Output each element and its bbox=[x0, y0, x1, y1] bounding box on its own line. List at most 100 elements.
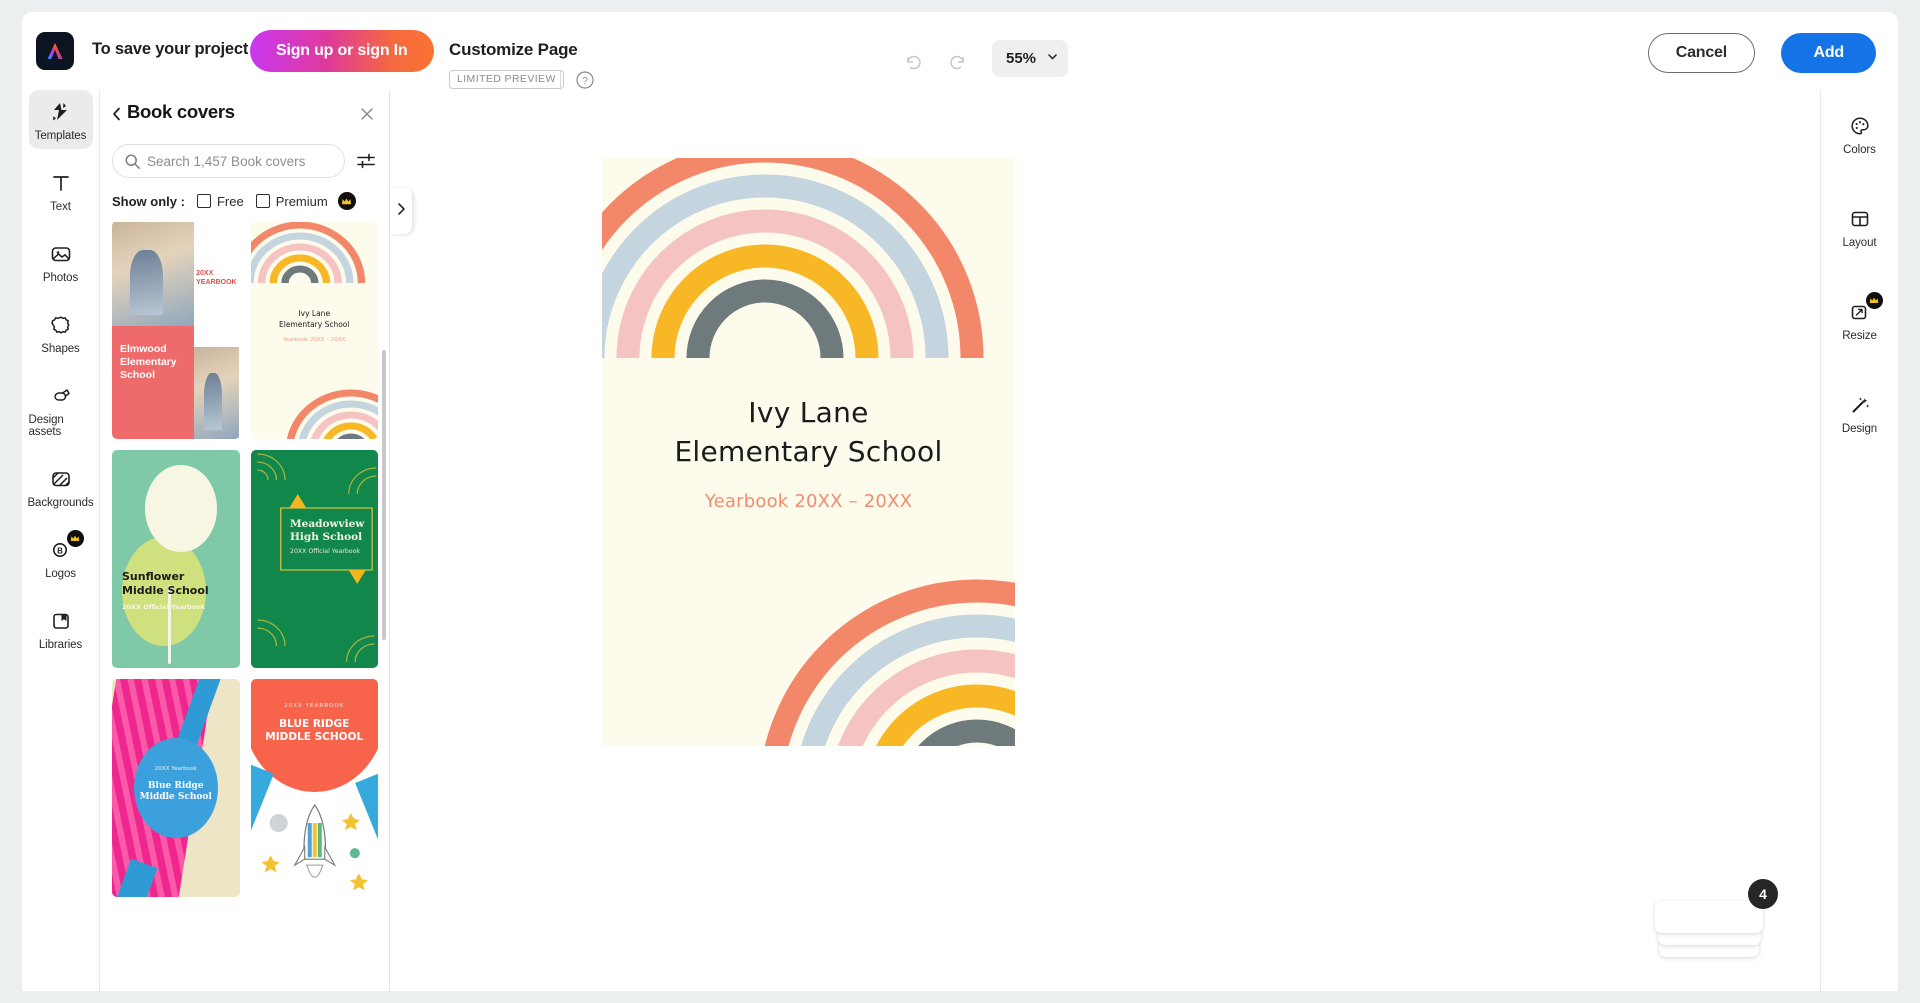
template-subtitle: 20XX Official Yearbook bbox=[290, 548, 360, 556]
sidebar-item-shapes[interactable]: Shapes bbox=[29, 303, 93, 362]
page-count-badge: 4 bbox=[1748, 879, 1778, 909]
template-eyebrow: 20XX YEARBOOK bbox=[284, 702, 345, 709]
chevron-right-icon bbox=[395, 202, 407, 221]
templates-scroll-area[interactable]: Elmwood Elementary School 20XX YEARBOOK bbox=[100, 222, 389, 991]
template-card[interactable]: Sunflower Middle School 20XX Official Ye… bbox=[112, 450, 240, 668]
panel-header: Book covers bbox=[100, 90, 389, 138]
help-circle-icon[interactable]: ? bbox=[575, 70, 595, 90]
premium-crown-badge bbox=[337, 192, 356, 210]
design-subtitle[interactable]: Yearbook 20XX – 20XX bbox=[602, 491, 1015, 512]
sidebar-item-backgrounds[interactable]: Backgrounds bbox=[27, 457, 94, 516]
design-assets-icon bbox=[48, 383, 74, 409]
canvas-area[interactable]: Ivy Lane Elementary School Yearbook 20XX… bbox=[391, 90, 1820, 991]
template-side-label: 20XX YEARBOOK bbox=[196, 269, 237, 286]
template-card[interactable]: Ivy Lane Elementary School Yearbook 20XX… bbox=[250, 222, 378, 439]
sidebar-item-design-assets[interactable]: Design assets bbox=[29, 374, 93, 445]
template-title: Meadowview High School bbox=[290, 517, 365, 543]
sidebar-item-colors[interactable]: Colors bbox=[1828, 104, 1892, 163]
layout-icon bbox=[1847, 206, 1873, 232]
sidebar-item-label: Backgrounds bbox=[27, 497, 94, 509]
filter-free-label: Free bbox=[216, 193, 244, 209]
close-icon[interactable] bbox=[357, 104, 377, 124]
checkbox-box bbox=[255, 194, 270, 208]
premium-crown-badge bbox=[66, 530, 84, 547]
template-eyebrow: 20XX Yearbook bbox=[154, 766, 197, 773]
filter-premium-checkbox[interactable]: Premium bbox=[255, 192, 356, 210]
zoom-level-value: 55% bbox=[1006, 50, 1037, 67]
app-header: To save your project Sign up or sign In … bbox=[22, 12, 1898, 90]
search-input[interactable] bbox=[147, 146, 307, 176]
template-card[interactable]: 20XX YEARBOOK BLUE RIDGE MIDDLE SCHOOL bbox=[250, 679, 378, 897]
sidebar-item-label: Resize bbox=[1842, 330, 1877, 342]
premium-crown-badge bbox=[1865, 292, 1883, 309]
panel-scrollbar[interactable] bbox=[382, 350, 386, 640]
design-title-line-1[interactable]: Ivy Lane bbox=[602, 396, 1015, 429]
template-card[interactable]: Elmwood Elementary School 20XX YEARBOOK bbox=[112, 222, 240, 439]
backgrounds-icon bbox=[48, 466, 74, 492]
templates-icon bbox=[48, 99, 74, 125]
chevron-down-icon bbox=[1046, 50, 1059, 68]
photos-icon bbox=[48, 241, 74, 267]
filter-free-checkbox[interactable]: Free bbox=[196, 193, 244, 209]
template-title: Blue Ridge Middle School bbox=[139, 781, 212, 803]
text-icon bbox=[48, 170, 74, 196]
search-field[interactable] bbox=[112, 144, 345, 178]
redo-icon[interactable] bbox=[944, 50, 970, 76]
back-chevron-icon[interactable] bbox=[110, 106, 124, 122]
rocket-illustration bbox=[261, 803, 368, 890]
sidebar-item-resize[interactable]: Resize bbox=[1828, 290, 1892, 349]
header-divider bbox=[560, 70, 561, 90]
libraries-icon bbox=[48, 608, 74, 634]
sidebar-item-label: Text bbox=[50, 201, 71, 213]
design-page[interactable]: Ivy Lane Elementary School Yearbook 20XX… bbox=[602, 158, 1015, 746]
document-title[interactable]: Customize Page bbox=[449, 40, 578, 60]
sign-up-or-sign-in-button[interactable]: Sign up or sign In bbox=[250, 30, 434, 72]
panel-collapse-toggle[interactable] bbox=[390, 188, 412, 234]
sidebar-item-libraries[interactable]: Libraries bbox=[29, 599, 93, 658]
limited-preview-badge: LIMITED PREVIEW bbox=[449, 70, 564, 89]
template-subtitle: Yearbook 20XX – 20XX bbox=[283, 336, 346, 343]
sidebar-item-label: Colors bbox=[1843, 144, 1876, 156]
search-icon bbox=[124, 153, 141, 170]
template-title: Elmwood Elementary School bbox=[120, 343, 177, 382]
zoom-level-selector[interactable]: 55% bbox=[992, 40, 1068, 77]
template-card[interactable]: 20XX Yearbook Blue Ridge Middle School bbox=[112, 679, 240, 897]
adobe-express-logo-icon[interactable] bbox=[36, 32, 74, 70]
template-card[interactable]: Meadowview High School 20XX Official Yea… bbox=[250, 450, 378, 668]
undo-icon[interactable] bbox=[901, 50, 927, 76]
sidebar-item-design[interactable]: Design bbox=[1828, 383, 1892, 442]
svg-text:?: ? bbox=[582, 76, 588, 87]
checkbox-box bbox=[196, 194, 211, 208]
sidebar-item-label: Shapes bbox=[41, 343, 80, 355]
templates-panel: Book covers Search 1,457 Book covers ...… bbox=[100, 90, 390, 991]
colors-palette-icon bbox=[1847, 113, 1873, 139]
design-title-line-2[interactable]: Elementary School bbox=[602, 435, 1015, 468]
filter-sliders-icon[interactable] bbox=[355, 150, 377, 172]
panel-search-row bbox=[100, 138, 389, 178]
sidebar-item-templates[interactable]: Templates bbox=[28, 90, 93, 149]
cancel-button[interactable]: Cancel bbox=[1647, 33, 1755, 73]
decor-rings bbox=[256, 453, 376, 663]
page-stack-widget[interactable]: 4 bbox=[1654, 879, 1778, 957]
save-project-prompt: To save your project bbox=[92, 40, 249, 58]
template-subtitle: 20XX Official Yearbook bbox=[122, 602, 206, 611]
template-title: BLUE RIDGE MIDDLE SCHOOL bbox=[265, 718, 364, 744]
sidebar-item-label: Layout bbox=[1842, 237, 1877, 249]
sidebar-item-photos[interactable]: Photos bbox=[29, 232, 93, 291]
left-sidebar: Templates Text Photos Shapes Design asse… bbox=[22, 90, 100, 991]
shapes-icon bbox=[48, 312, 74, 338]
right-sidebar: Colors Layout Resize Design bbox=[1820, 90, 1898, 991]
design-wand-icon bbox=[1847, 392, 1873, 418]
sidebar-item-layout[interactable]: Layout bbox=[1828, 197, 1892, 256]
rainbow-arcs bbox=[250, 222, 378, 439]
sidebar-item-text[interactable]: Text bbox=[29, 161, 93, 220]
sidebar-item-logos[interactable]: B Logos bbox=[29, 528, 93, 587]
sidebar-item-label: Design assets bbox=[28, 414, 64, 438]
svg-text:B: B bbox=[57, 546, 63, 555]
template-title: Sunflower Middle School bbox=[122, 569, 209, 597]
app-window: To save your project Sign up or sign In … bbox=[22, 12, 1898, 991]
filter-premium-label: Premium bbox=[275, 193, 328, 209]
add-button[interactable]: Add bbox=[1781, 33, 1876, 73]
sidebar-item-label: Templates bbox=[34, 130, 87, 142]
templates-grid: Elmwood Elementary School 20XX YEARBOOK bbox=[100, 222, 389, 897]
